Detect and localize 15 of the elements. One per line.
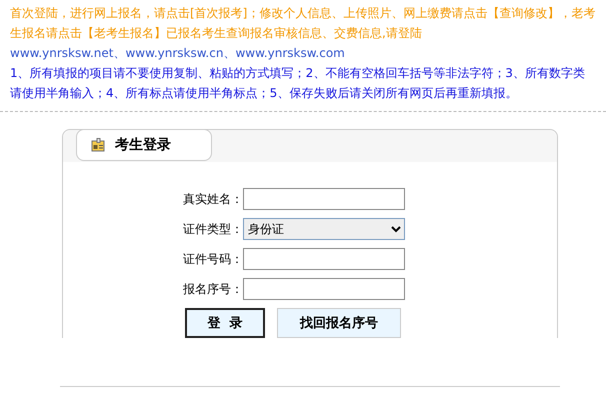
recover-button[interactable]: 找回报名序号 bbox=[277, 308, 401, 338]
input-field[interactable] bbox=[243, 278, 405, 300]
panel-title: 考生登录 bbox=[115, 136, 171, 154]
id-type-select[interactable]: 身份证 bbox=[243, 218, 405, 240]
input-field[interactable] bbox=[243, 188, 405, 210]
rules-text: 1、所有填报的项目请不要使用复制、粘贴的方式填写；2、不能有空格回车括号等非法字符；3、所有数字类请使用半角输入；4、所有标点请使用半角标点；5、保存失败后请关闭所有网页后再重新填报。 bbox=[9, 65, 586, 102]
id-card-icon bbox=[91, 138, 105, 152]
login-button[interactable]: 登 录 bbox=[185, 308, 265, 338]
input-field[interactable] bbox=[243, 248, 405, 270]
field-label: 证件号码： bbox=[182, 250, 243, 268]
site-list: www.ynrsksw.net、www.ynrsksw.cn、www.ynrsksw.com bbox=[0, 43, 606, 63]
instructions-text: 首次登陆，进行网上报名，请点击[首次报考]；修改个人信息、上传照片、网上缴费请点击【查询修改】，老考生报名请点击【老考生报名】已报名考生查询报名审核信息、交费信息,请登陆 bbox=[9, 5, 596, 42]
field-label: 证件类型： bbox=[182, 220, 243, 238]
field-label: 报名序号： bbox=[182, 280, 243, 298]
field-label: 真实姓名： bbox=[182, 190, 243, 208]
